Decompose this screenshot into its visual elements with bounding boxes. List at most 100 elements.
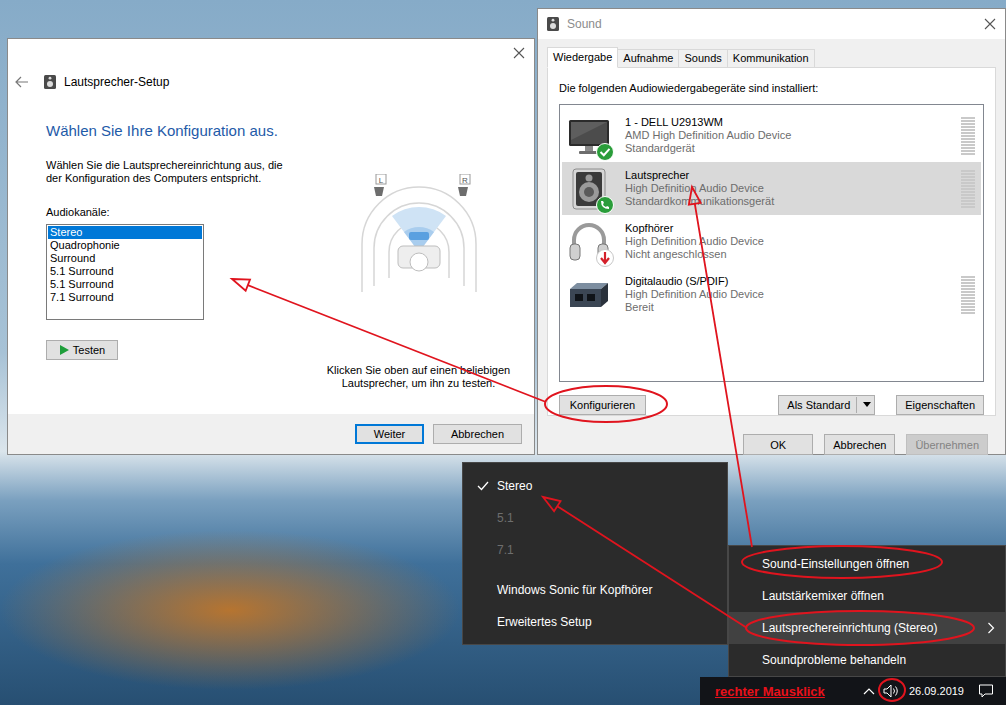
device-driver: AMD High Definition Audio Device xyxy=(625,129,791,142)
footer-button[interactable]: Weiter xyxy=(355,424,424,444)
speaker-diagram[interactable]: LR xyxy=(354,174,484,299)
device-badge xyxy=(596,249,614,267)
device-driver: High Definition Audio Device xyxy=(625,235,764,248)
channels-list-item[interactable]: 7.1 Surround xyxy=(48,291,202,304)
setup-content: Wählen Sie die Lautsprechereinrichtung a… xyxy=(8,141,534,414)
title-bar xyxy=(8,39,534,67)
level-meter-bar xyxy=(961,279,975,281)
tab[interactable]: Wiedergabe xyxy=(547,47,618,68)
level-meter-bar xyxy=(961,200,975,202)
submenu-item[interactable]: Stereo xyxy=(463,470,727,502)
channels-list-item[interactable]: 5.1 Surround xyxy=(48,278,202,291)
level-meter-bar xyxy=(961,303,975,305)
annotation-arrow xyxy=(689,187,752,547)
communication-device-phone-icon xyxy=(596,196,614,214)
sound-icon xyxy=(546,16,560,32)
device-badge xyxy=(596,196,614,214)
device-list[interactable]: 1 - DELL U2913WMAMD High Definition Audi… xyxy=(559,104,984,382)
set-default-button[interactable]: Als Standard xyxy=(778,395,875,415)
digital-audio-icon xyxy=(567,273,611,317)
channels-list-item[interactable]: 5.1 Surround xyxy=(48,265,202,278)
channels-list-item[interactable]: Surround xyxy=(48,252,202,265)
test-button[interactable]: Testen xyxy=(46,340,118,360)
level-meter-bar xyxy=(961,188,975,190)
window-title-text: Lautsprecher-Setup xyxy=(64,75,169,89)
level-meter-bar xyxy=(961,197,975,199)
submenu-item[interactable]: Erweitertes Setup xyxy=(463,606,727,638)
annotation-ellipse xyxy=(742,546,942,578)
speaker-setup-window: Lautsprecher-Setup Wählen Sie Ihre Konfig… xyxy=(7,38,535,455)
device-text: LautsprecherHigh Definition Audio Device… xyxy=(625,169,774,208)
close-icon[interactable] xyxy=(984,18,996,30)
taskbar-date[interactable]: 26.09.2019 xyxy=(909,685,964,697)
description-line: Wählen Sie die Lautsprechereinrichtung a… xyxy=(46,159,311,172)
annotation-label: rechter Mausklick xyxy=(715,684,825,699)
footer-button[interactable]: Abbrechen xyxy=(433,424,522,444)
channels-list-item[interactable]: Quadrophonie xyxy=(48,239,202,252)
right-speaker-icon[interactable] xyxy=(458,187,468,196)
tab[interactable]: Kommunikation xyxy=(727,49,815,67)
tray-menu-item[interactable]: Lautsprechereinrichtung (Stereo) xyxy=(729,612,1005,644)
sound-window: SoundWiedergabeAufnahmeSoundsKommunikati… xyxy=(537,8,1006,455)
device-row[interactable]: KopfhörerHigh Definition Audio DeviceNic… xyxy=(562,215,981,268)
device-icon-box xyxy=(567,114,611,158)
check-slot xyxy=(477,481,497,491)
channels-list[interactable]: StereoQuadrophonieSurround5.1 Surround5.… xyxy=(46,224,204,320)
level-meter xyxy=(961,276,975,314)
footer-button[interactable]: Abbrechen xyxy=(824,434,895,455)
tray-menu-item[interactable]: Sound-Einstellungen öffnen xyxy=(729,548,1005,580)
level-meter-bar xyxy=(961,203,975,205)
device-icon-box xyxy=(567,167,611,211)
device-row[interactable]: LautsprecherHigh Definition Audio Device… xyxy=(562,162,981,215)
device-status: Standardgerät xyxy=(625,142,791,155)
device-row[interactable]: 1 - DELL U2913WMAMD High Definition Audi… xyxy=(562,109,981,162)
intro-text: Die folgenden Audiowiedergabegeräte sind… xyxy=(559,82,984,95)
sound-body: WiedergabeAufnahmeSoundsKommunikation Die… xyxy=(538,39,1005,455)
split-divider xyxy=(856,397,857,413)
right-speaker-label: R xyxy=(462,176,468,185)
level-meter-bar xyxy=(961,297,975,299)
tray-menu-item[interactable]: Soundprobleme behandeln xyxy=(729,644,1005,676)
description: Wählen Sie die Lautsprechereinrichtung a… xyxy=(46,159,311,185)
tab-bar: WiedergabeAufnahmeSoundsKommunikation xyxy=(547,48,996,67)
device-badge xyxy=(596,143,614,161)
dropdown-arrow-icon xyxy=(863,402,871,408)
level-meter-bar xyxy=(961,300,975,302)
level-meter-bar xyxy=(961,123,975,125)
level-meter-bar xyxy=(961,285,975,287)
channels-label: Audiokanäle: xyxy=(46,206,311,219)
level-meter-bar xyxy=(961,141,975,143)
tab-panel: Die folgenden Audiowiedergabegeräte sind… xyxy=(547,67,996,416)
channels-list-item[interactable]: Stereo xyxy=(48,226,202,239)
hint-line: Lautsprecher, um ihn zu testen. xyxy=(327,377,510,390)
submenu-item: 7.1 xyxy=(463,534,727,566)
tab[interactable]: Aufnahme xyxy=(617,49,679,67)
tray-menu-item[interactable]: Lautstärkemixer öffnen xyxy=(729,580,1005,612)
tray-context-menu: Sound-Einstellungen öffnenLautstärkemixe… xyxy=(728,545,1006,677)
footer-button[interactable]: OK xyxy=(743,434,813,455)
desktop: Lautsprecher-Setup Wählen Sie Ihre Konfig… xyxy=(0,0,1006,705)
configure-button[interactable]: Konfigurieren xyxy=(559,395,646,415)
submenu-item: 5.1 xyxy=(463,502,727,534)
unplugged-arrow-icon xyxy=(596,249,614,267)
left-speaker-icon[interactable] xyxy=(374,187,384,196)
heading: Wählen Sie Ihre Konfiguration aus. xyxy=(46,121,534,141)
level-meter-bar xyxy=(961,173,975,175)
description-line: der Konfiguration des Computers entspric… xyxy=(46,172,311,185)
show-hidden-icons-icon[interactable] xyxy=(863,687,875,695)
tray-speaker-icon[interactable] xyxy=(883,683,899,699)
close-icon[interactable] xyxy=(513,47,525,59)
submenu-item[interactable]: Windows Sonic für Kopfhörer xyxy=(463,574,727,606)
back-arrow-icon[interactable] xyxy=(15,76,29,88)
device-icon-box xyxy=(567,273,611,317)
level-meter-bar xyxy=(961,170,975,172)
properties-button[interactable]: Eigenschaften xyxy=(896,395,984,415)
annotation-arrow xyxy=(543,497,747,628)
device-row[interactable]: Digitalaudio (S/PDIF)High Definition Aud… xyxy=(562,268,981,321)
tab[interactable]: Sounds xyxy=(678,49,727,67)
check-icon xyxy=(477,481,489,491)
level-meter-bar xyxy=(961,306,975,308)
speaker-setup-icon xyxy=(43,74,57,90)
notification-icon[interactable] xyxy=(978,683,994,699)
device-name: Digitalaudio (S/PDIF) xyxy=(625,275,764,288)
